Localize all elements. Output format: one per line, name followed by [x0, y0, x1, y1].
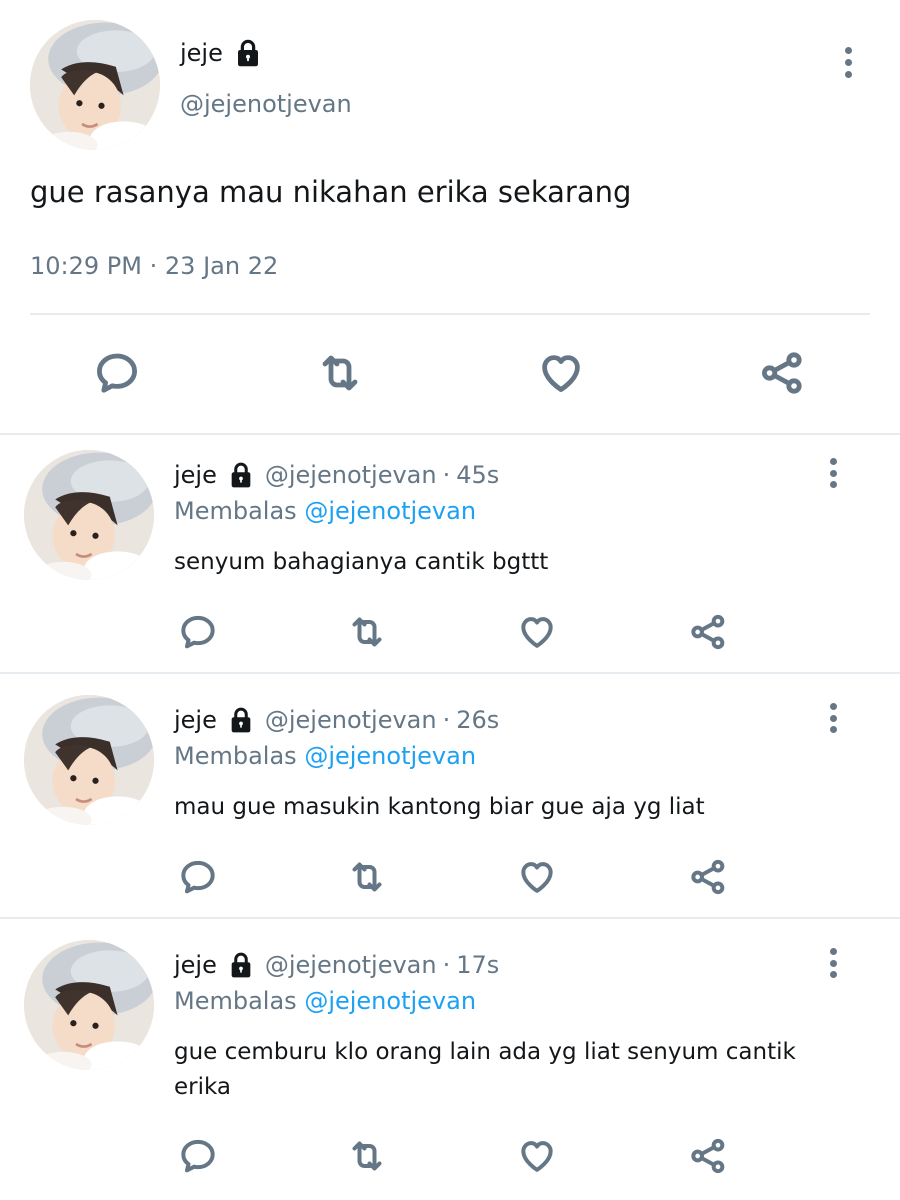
display-name-row: jeje: [180, 38, 263, 68]
like-button[interactable]: [516, 857, 558, 897]
share-icon: [686, 857, 730, 897]
retweet-icon: [344, 1136, 390, 1176]
heart-icon: [516, 1136, 558, 1176]
reply-text: senyum bahagianya cantik bgttt: [174, 549, 549, 575]
lock-icon: [227, 461, 255, 489]
reply-icon: [178, 612, 218, 652]
reply-text: mau gue masukin kantong biar gue aja yg …: [174, 794, 705, 820]
retweet-icon: [344, 612, 390, 652]
reply-header: jeje @jejenotjevan · 26s: [174, 705, 499, 735]
more-options-button[interactable]: [828, 458, 838, 488]
user-handle[interactable]: @jejenotjevan: [265, 461, 437, 489]
divider: [0, 672, 900, 674]
reply-icon: [178, 1136, 218, 1176]
display-name[interactable]: jeje: [174, 461, 217, 489]
divider: [30, 313, 870, 315]
user-handle[interactable]: @jejenotjevan: [265, 951, 437, 979]
retweet-button[interactable]: [344, 857, 390, 897]
display-name[interactable]: jeje: [174, 951, 217, 979]
tweet-timestamp: 10:29 PM · 23 Jan 22: [30, 252, 278, 280]
share-icon: [756, 349, 808, 397]
avatar[interactable]: [24, 450, 154, 580]
mention-link[interactable]: @jejenotjevan: [304, 987, 476, 1015]
share-icon: [686, 1136, 730, 1176]
mention-link[interactable]: @jejenotjevan: [304, 742, 476, 770]
meta-separator: ·: [442, 951, 451, 979]
reply-icon: [93, 349, 141, 397]
replying-to: Membalas @jejenotjevan: [174, 497, 476, 525]
avatar[interactable]: [24, 940, 154, 1070]
lock-icon: [233, 38, 263, 68]
share-icon: [686, 612, 730, 652]
share-button[interactable]: [686, 1136, 730, 1176]
display-name[interactable]: jeje: [180, 39, 223, 67]
replying-to: Membalas @jejenotjevan: [174, 742, 476, 770]
user-handle[interactable]: @jejenotjevan: [265, 706, 437, 734]
retweet-button[interactable]: [313, 349, 367, 397]
like-button[interactable]: [536, 349, 586, 397]
like-button[interactable]: [516, 1136, 558, 1176]
retweet-icon: [344, 857, 390, 897]
tweet-date: 23 Jan 22: [164, 252, 279, 280]
heart-icon: [516, 612, 558, 652]
tweet-time: 10:29 PM: [30, 252, 142, 280]
reply-button[interactable]: [178, 857, 218, 897]
replying-label: Membalas: [174, 742, 297, 770]
divider: [0, 433, 900, 435]
more-vertical-icon: [829, 703, 837, 710]
share-button[interactable]: [686, 612, 730, 652]
meta-separator: ·: [442, 706, 451, 734]
retweet-icon: [313, 349, 367, 397]
mention-link[interactable]: @jejenotjevan: [304, 497, 476, 525]
like-button[interactable]: [516, 612, 558, 652]
avatar[interactable]: [30, 20, 160, 150]
more-vertical-icon: [829, 948, 837, 955]
reply-age: 45s: [456, 461, 500, 489]
more-vertical-icon: [844, 47, 852, 54]
timestamp-separator: ·: [149, 252, 158, 280]
share-button[interactable]: [686, 857, 730, 897]
display-name[interactable]: jeje: [174, 706, 217, 734]
more-vertical-icon: [829, 458, 837, 465]
retweet-button[interactable]: [344, 1136, 390, 1176]
reply-age: 26s: [456, 706, 500, 734]
replying-label: Membalas: [174, 497, 297, 525]
replying-to: Membalas @jejenotjevan: [174, 987, 476, 1015]
heart-icon: [536, 349, 586, 397]
reply-text: gue cemburu klo orang lain ada yg liat s…: [174, 1039, 796, 1100]
reply-button[interactable]: [178, 1136, 218, 1176]
replying-label: Membalas: [174, 987, 297, 1015]
tweet-text: gue rasanya mau nikahan erika sekarang: [30, 175, 632, 209]
reply-header: jeje @jejenotjevan · 17s: [174, 950, 499, 980]
share-button[interactable]: [756, 349, 808, 397]
avatar[interactable]: [24, 695, 154, 825]
more-options-button[interactable]: [828, 703, 838, 733]
reply-icon: [178, 857, 218, 897]
reply-header: jeje @jejenotjevan · 45s: [174, 460, 499, 490]
lock-icon: [227, 951, 255, 979]
reply-age: 17s: [456, 951, 500, 979]
meta-separator: ·: [442, 461, 451, 489]
retweet-button[interactable]: [344, 612, 390, 652]
divider: [0, 917, 900, 919]
lock-icon: [227, 706, 255, 734]
reply-button[interactable]: [178, 612, 218, 652]
user-handle[interactable]: @jejenotjevan: [180, 90, 352, 118]
reply-button[interactable]: [93, 349, 141, 397]
more-options-button[interactable]: [828, 948, 838, 978]
heart-icon: [516, 857, 558, 897]
more-options-button[interactable]: [843, 47, 853, 78]
